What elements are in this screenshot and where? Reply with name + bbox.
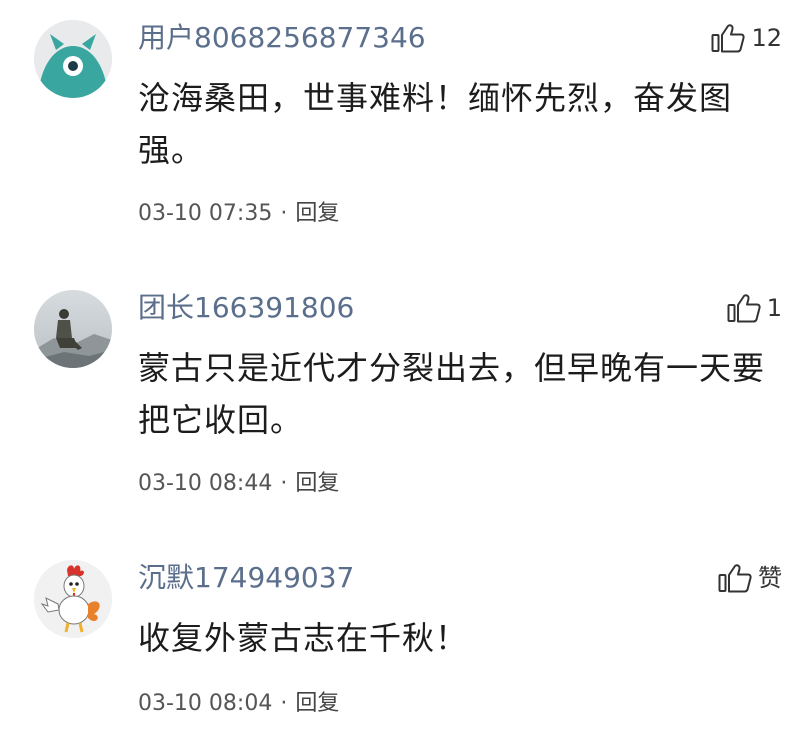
thumbs-up-icon <box>718 563 752 593</box>
timestamp: 03-10 08:04 <box>138 691 273 716</box>
username[interactable]: 团长166391806 <box>138 290 354 326</box>
teal-cartoon-avatar-icon <box>34 20 112 98</box>
thumbs-up-icon <box>727 293 761 323</box>
username[interactable]: 用户8068256877346 <box>138 20 426 56</box>
meta-separator: · <box>280 471 288 496</box>
comment-meta: 03-10 08:44 · 回复 <box>138 469 339 499</box>
reply-button[interactable]: 回复 <box>295 689 339 719</box>
comment-text: 蒙古只是近代才分裂出去，但早晚有一天要把它收回。 <box>138 349 766 439</box>
rooster-cartoon-avatar-icon <box>34 560 112 638</box>
avatar[interactable] <box>34 560 112 638</box>
like-label: 赞 <box>758 564 782 592</box>
reply-button[interactable]: 回复 <box>295 199 339 229</box>
comment-list: 用户8068256877346 12 沧海桑田，世事难料！缅怀先烈，奋发图强。 … <box>0 0 800 740</box>
like-button[interactable]: 1 <box>727 290 782 326</box>
thumbs-up-icon <box>711 23 746 53</box>
timestamp: 03-10 08:44 <box>138 471 273 496</box>
comment-meta: 03-10 07:35 · 回复 <box>138 199 339 229</box>
avatar[interactable] <box>34 20 112 98</box>
comment-item: 用户8068256877346 12 沧海桑田，世事难料！缅怀先烈，奋发图强。 … <box>0 0 800 265</box>
photo-person-sitting-avatar-icon <box>34 290 112 368</box>
comment-text: 收复外蒙古志在千秋！ <box>138 619 469 657</box>
comment-text: 沧海桑田，世事难料！缅怀先烈，奋发图强。 <box>138 79 733 169</box>
like-count: 12 <box>751 24 782 52</box>
meta-separator: · <box>280 691 288 716</box>
like-button[interactable]: 赞 <box>718 560 782 596</box>
like-count: 1 <box>766 294 782 322</box>
username[interactable]: 沉默174949037 <box>138 560 354 596</box>
comment-item: 沉默174949037 赞 收复外蒙古志在千秋！ 03-10 08:04 · 回… <box>0 540 800 740</box>
timestamp: 03-10 07:35 <box>138 201 273 226</box>
like-button[interactable]: 12 <box>711 20 782 56</box>
avatar[interactable] <box>34 290 112 368</box>
comment-meta: 03-10 08:04 · 回复 <box>138 689 339 719</box>
comment-item: 团长166391806 1 蒙古只是近代才分裂出去，但早晚有一天要把它收回。 0… <box>0 270 800 535</box>
reply-button[interactable]: 回复 <box>295 469 339 499</box>
meta-separator: · <box>280 201 288 226</box>
